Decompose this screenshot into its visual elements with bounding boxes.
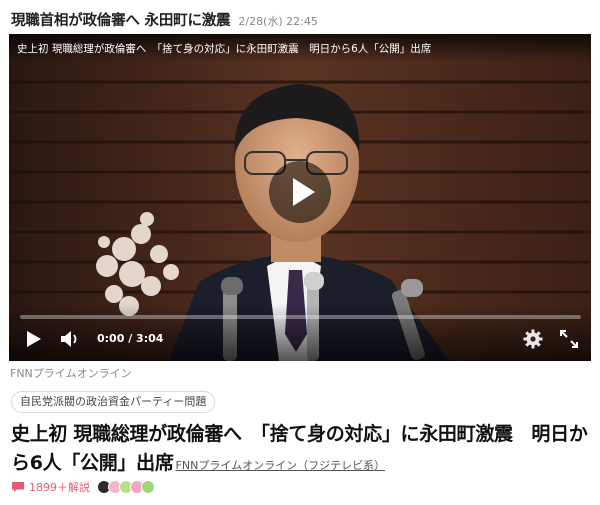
topic-title[interactable]: 現職首相が政倫審へ 永田町に激震 [11,9,231,30]
play-icon[interactable] [23,329,43,349]
publisher-link[interactable]: FNNプライムオンライン（フジテレビ系） [176,459,386,472]
video-title: 史上初 現職総理が政倫審へ 「捨て身の対応」に永田町激震 明日から6人「公開」出… [17,43,432,55]
comment-icon [12,482,24,492]
topic-tag-chip[interactable]: 自民党派閥の政治資金パーティー問題 [11,391,216,413]
avatar [141,480,155,494]
video-player[interactable]: 史上初 現職総理が政倫審へ 「捨て身の対応」に永田町激震 明日から6人「公開」出… [9,34,591,361]
commenter-avatars [97,480,155,494]
article-headline: 史上初 現職総理が政倫審へ 「捨て身の対応」に永田町激震 明日から6人「公開」出… [11,420,593,480]
seek-bar[interactable] [20,315,581,319]
gear-icon[interactable] [522,328,544,350]
play-icon[interactable] [269,161,331,223]
topic-header: 現職首相が政倫審へ 永田町に激震 2/28(水) 22:45 [11,9,591,31]
fullscreen-icon[interactable] [558,328,580,350]
volume-icon[interactable] [59,329,81,349]
time-readout: 0:00 / 3:04 [97,332,164,345]
video-source-label: FNNプライムオンライン [10,367,132,380]
topic-timestamp: 2/28(水) 22:45 [238,15,318,28]
comment-count: 1899＋解説 [29,481,90,494]
comments-link[interactable]: 1899＋解説 [11,478,155,496]
